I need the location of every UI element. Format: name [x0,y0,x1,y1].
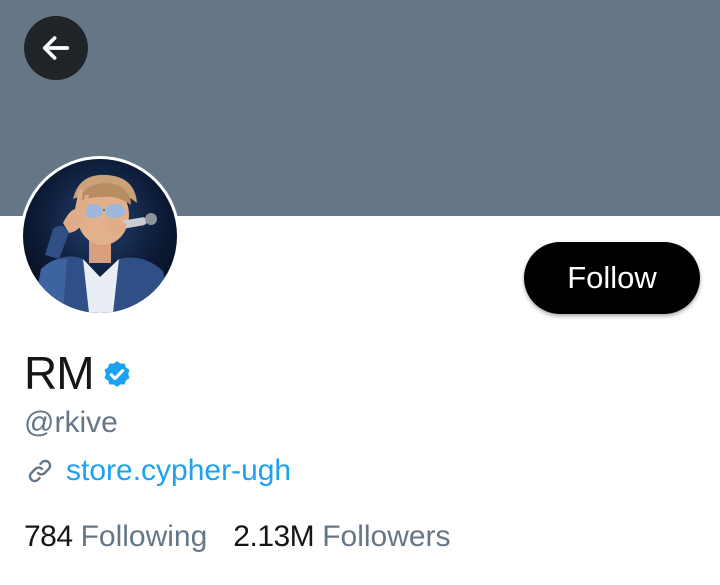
profile-handle: @rkive [24,406,118,439]
profile-stats: 784 Following 2.13M Followers [24,520,451,554]
profile-website-link[interactable]: store.cypher-ugh [66,454,291,488]
follow-button[interactable]: Follow [524,242,700,314]
following-label: Following [80,520,208,553]
following-count: 784 [24,520,73,553]
profile-name: RM [24,347,95,399]
arrow-left-icon [39,31,73,65]
following-stat[interactable]: 784 Following [24,520,207,554]
profile-website-row: store.cypher-ugh [24,454,291,488]
followers-label: Followers [322,520,451,553]
followers-count: 2.13M [233,520,315,553]
back-button[interactable] [24,16,88,80]
profile-name-row: RM [24,345,134,401]
avatar-photo [23,159,177,313]
verified-badge-icon [100,357,134,391]
avatar[interactable] [20,156,180,316]
followers-stat[interactable]: 2.13M Followers [233,520,450,554]
link-icon [24,455,56,487]
